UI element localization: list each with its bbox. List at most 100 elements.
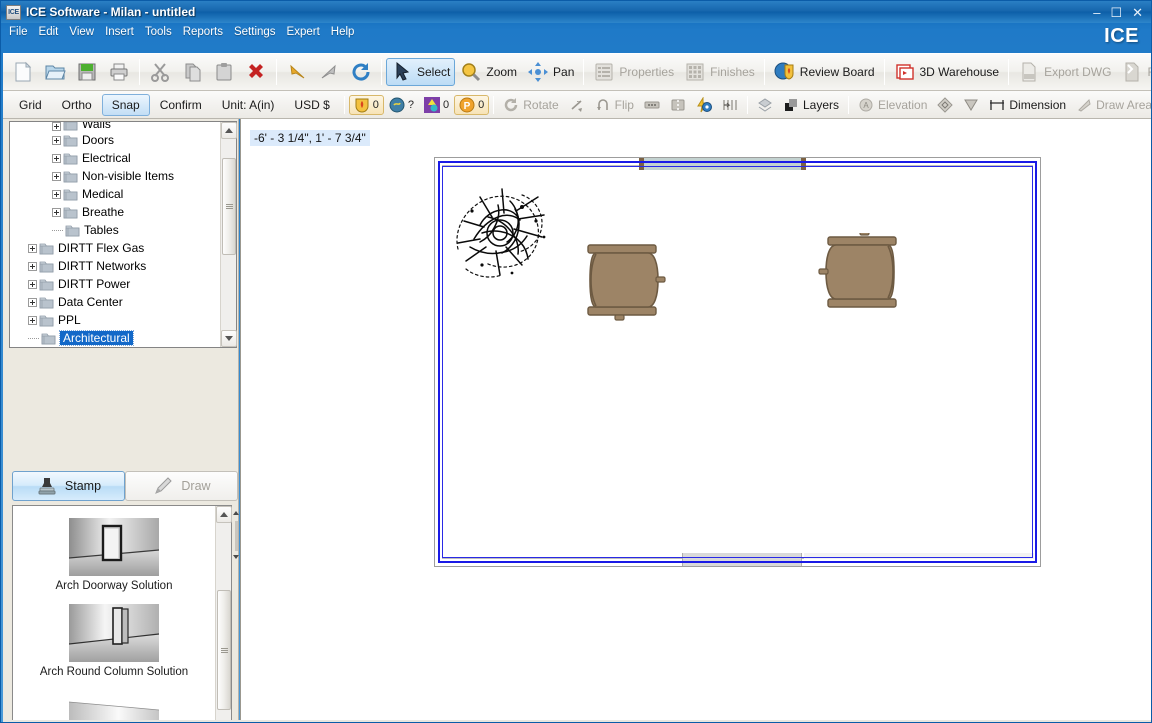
color-badge[interactable]: 0 (419, 95, 454, 115)
catalog-item[interactable]: Arch Doorway Solution (13, 506, 215, 592)
flip-button[interactable]: Flip (590, 94, 639, 116)
menu-item-tools[interactable]: Tools (145, 26, 172, 38)
floor-plan[interactable] (434, 157, 1041, 567)
menu-item-edit[interactable]: Edit (39, 26, 59, 38)
furniture-desk-chair-right[interactable] (814, 233, 902, 315)
tree-expand-icon[interactable] (28, 297, 37, 307)
layers-button[interactable]: Layers (778, 94, 844, 116)
catalog-item[interactable]: Arch Wall Solution (13, 678, 215, 722)
tree-item-walls[interactable]: Walls (10, 122, 220, 131)
dimension-button[interactable]: Dimension (984, 94, 1071, 116)
print-button[interactable] (103, 58, 135, 86)
catalog-vertical-scrollbar[interactable] (215, 506, 232, 722)
maximize-button[interactable]: ☐ (1110, 6, 1122, 19)
warnings-badge[interactable]: 0 (348, 94, 384, 115)
catalog-thumbnail-doorway[interactable] (69, 518, 159, 576)
snap-toggle[interactable]: Snap (101, 93, 150, 116)
help-badge[interactable]: ? (384, 95, 419, 115)
tree-expand-icon[interactable] (28, 261, 37, 271)
tree-item-doors[interactable]: Doors (10, 131, 220, 149)
splitter-bar[interactable] (235, 521, 238, 551)
catalog-scroll-thumb[interactable] (217, 590, 231, 710)
tree-expand-icon[interactable] (52, 122, 61, 131)
delete-button[interactable] (240, 58, 272, 86)
catalog-list[interactable]: Arch Doorway Solution Arch Round Column S… (12, 505, 232, 722)
menu-item-file[interactable]: File (9, 26, 28, 38)
cut-button[interactable] (144, 58, 176, 86)
tree-item-non-visible-items[interactable]: Non-visible Items (10, 167, 220, 185)
tree-item-ppl[interactable]: PPL (10, 311, 220, 329)
tree-item-medical[interactable]: Medical (10, 185, 220, 203)
tree-expand-icon[interactable] (28, 315, 37, 325)
tree-item-data-center[interactable]: Data Center (10, 293, 220, 311)
3d-warehouse-button[interactable]: 3D Warehouse (889, 58, 1005, 86)
grid-toggle[interactable]: Grid (9, 94, 52, 116)
splitter-down-arrow[interactable] (233, 555, 239, 559)
tree-scroll-down-button[interactable] (221, 330, 237, 347)
redo-button[interactable] (313, 58, 345, 86)
review-board-button[interactable]: Review Board (769, 58, 880, 86)
tree-scroll-up-button[interactable] (221, 122, 237, 139)
select-tool-button[interactable]: Select (386, 58, 456, 86)
paste-button[interactable] (208, 58, 240, 86)
furniture-desk-chair-left[interactable] (582, 241, 670, 323)
close-button[interactable]: ✕ (1132, 6, 1143, 19)
align-button[interactable] (639, 94, 665, 116)
layer-stack-button[interactable] (752, 94, 778, 116)
pan-tool-button[interactable]: Pan (522, 58, 579, 86)
catalog-scroll-up-button[interactable] (216, 506, 232, 523)
tree-item-electrical[interactable]: Electrical (10, 149, 220, 167)
new-button[interactable] (7, 58, 39, 86)
menu-item-expert[interactable]: Expert (287, 26, 320, 38)
tree-item-dirtt-power[interactable]: DIRTT Power (10, 275, 220, 293)
tree-expand-icon[interactable] (52, 207, 61, 217)
catalog-thumbnail-column[interactable] (69, 604, 159, 662)
tree-expand-icon[interactable] (52, 153, 61, 163)
tab-stamp[interactable]: Stamp (12, 471, 125, 501)
menu-item-insert[interactable]: Insert (105, 26, 134, 38)
properties-button[interactable]: Properties (588, 58, 679, 86)
tree-item-breathe[interactable]: Breathe (10, 203, 220, 221)
tab-draw[interactable]: Draw (125, 471, 238, 501)
pricing-badge[interactable]: P 0 (454, 94, 490, 115)
menu-item-reports[interactable]: Reports (183, 26, 223, 38)
tree-item-tables[interactable]: Tables (10, 221, 220, 239)
tree-expand-icon[interactable] (28, 243, 37, 253)
tree-item-architectural[interactable]: Architectural (10, 329, 220, 347)
copy-button[interactable] (176, 58, 208, 86)
tree-expand-icon[interactable] (28, 279, 37, 289)
tree-item-dirtt-networks[interactable]: DIRTT Networks (10, 257, 220, 275)
cone-button[interactable] (958, 94, 984, 116)
tree-expand-icon[interactable] (52, 171, 61, 181)
tree-expand-icon[interactable] (52, 135, 61, 145)
ortho-toggle[interactable]: Ortho (52, 94, 102, 116)
drawing-canvas[interactable]: -6' - 3 1/4", 1' - 7 3/4" (240, 119, 1151, 720)
mirror-button[interactable] (564, 94, 590, 116)
save-button[interactable] (71, 58, 103, 86)
split-button[interactable] (665, 94, 691, 116)
tree-expand-icon[interactable] (52, 189, 61, 199)
minimize-button[interactable]: – (1093, 6, 1100, 19)
catalog-item[interactable]: Arch Round Column Solution (13, 592, 215, 678)
splitter-up-arrow[interactable] (233, 511, 239, 515)
open-button[interactable] (39, 58, 71, 86)
category-tree[interactable]: Walls Doors Electrical Non-visible Items Med… (9, 121, 237, 348)
tree-scroll-thumb[interactable] (222, 158, 236, 255)
tree-item-dirtt-flex-gas[interactable]: DIRTT Flex Gas (10, 239, 220, 257)
zoom-tool-button[interactable]: Zoom (455, 58, 522, 86)
offset-button[interactable] (717, 94, 743, 116)
remove-button[interactable]: Remove D (1116, 58, 1151, 86)
refresh-button[interactable] (345, 58, 377, 86)
unit-selector[interactable]: Unit: A(in) (212, 94, 285, 116)
currency-selector[interactable]: USD $ (284, 94, 339, 116)
menu-item-help[interactable]: Help (331, 26, 355, 38)
catalog-thumbnail-wall[interactable] (69, 690, 159, 722)
export-dwg-button[interactable]: Export DWG (1013, 58, 1116, 86)
tree-vertical-scrollbar[interactable] (220, 122, 237, 347)
freehand-scribble-annotation[interactable] (452, 177, 592, 287)
finishes-button[interactable]: Finishes (679, 58, 760, 86)
diamond-button[interactable] (932, 94, 958, 116)
undo-button[interactable] (281, 58, 313, 86)
elevation-button[interactable]: A Elevation (853, 94, 932, 116)
power-button[interactable] (691, 94, 717, 116)
